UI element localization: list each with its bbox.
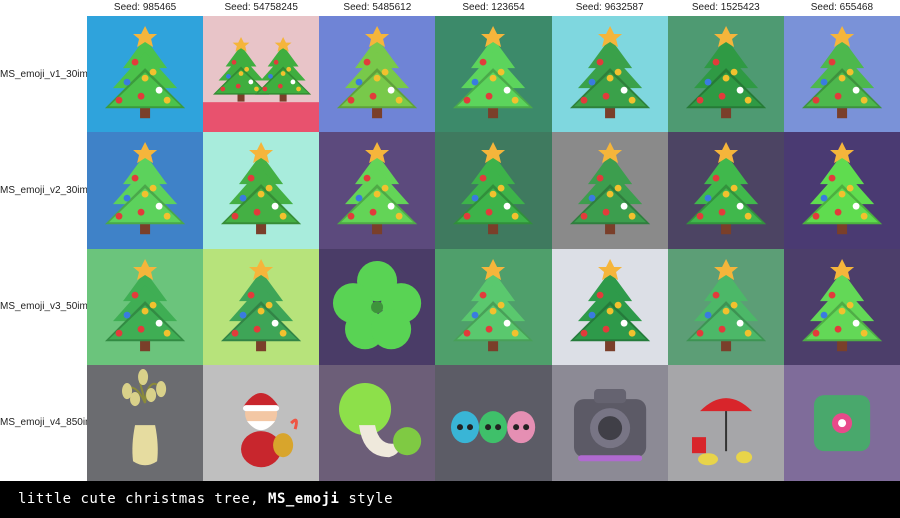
christmas-tree-image	[667, 132, 784, 249]
caption: little cute christmas tree, MS_emoji sty…	[18, 481, 393, 518]
image-grid	[87, 16, 900, 481]
christmas-tree-illustration	[319, 132, 436, 249]
clover-image	[319, 248, 436, 365]
christmas-tree-illustration	[435, 132, 552, 249]
christmas-tree-illustration	[667, 248, 784, 365]
christmas-tree-illustration	[667, 16, 784, 133]
pillow-illustration	[783, 364, 900, 481]
plant-vase-image	[87, 364, 204, 481]
row-label: MS_emoji_v4_850img	[0, 417, 87, 429]
two-christmas-trees-illustration	[203, 16, 320, 133]
two-christmas-trees-image	[203, 16, 320, 133]
umbrella-illustration	[667, 364, 784, 481]
santa-illustration	[203, 364, 320, 481]
christmas-tree-image	[551, 16, 668, 133]
mushroom-illustration	[319, 364, 436, 481]
christmas-tree-illustration	[783, 16, 900, 133]
seed-label: Seed: 985465	[113, 2, 177, 13]
christmas-tree-illustration	[551, 132, 668, 249]
christmas-tree-image	[783, 132, 900, 249]
christmas-tree-illustration	[551, 16, 668, 133]
christmas-tree-illustration	[203, 248, 320, 365]
christmas-tree-illustration	[435, 16, 552, 133]
christmas-tree-illustration	[551, 248, 668, 365]
christmas-tree-illustration	[667, 132, 784, 249]
christmas-tree-image	[783, 16, 900, 133]
christmas-tree-image	[203, 248, 320, 365]
christmas-tree-illustration	[435, 248, 552, 365]
camera-image	[551, 364, 668, 481]
christmas-tree-image	[435, 248, 552, 365]
umbrella-image	[667, 364, 784, 481]
christmas-tree-illustration	[87, 16, 204, 133]
pillow-image	[783, 364, 900, 481]
seed-label: Seed: 1525423	[691, 2, 760, 13]
seed-label: Seed: 655468	[810, 2, 874, 13]
christmas-tree-image	[435, 132, 552, 249]
christmas-tree-image	[551, 132, 668, 249]
plant-vase-illustration	[87, 364, 204, 481]
christmas-tree-image	[551, 248, 668, 365]
row-label: MS_emoji_v1_30img	[0, 68, 87, 80]
three-ornaments-illustration	[435, 364, 552, 481]
christmas-tree-image	[87, 248, 204, 365]
mushroom-image	[319, 364, 436, 481]
three-ornaments-image	[435, 364, 552, 481]
christmas-tree-illustration	[783, 132, 900, 249]
caption-prefix: little cute christmas tree,	[18, 491, 269, 507]
christmas-tree-image	[203, 132, 320, 249]
row-label: MS_emoji_v2_30img	[0, 184, 87, 196]
christmas-tree-illustration	[783, 248, 900, 365]
row-labels: MS_emoji_v1_30img MS_emoji_v2_30img MS_emo…	[0, 16, 87, 481]
christmas-tree-illustration	[87, 132, 204, 249]
christmas-tree-image	[87, 132, 204, 249]
christmas-tree-illustration	[87, 248, 204, 365]
christmas-tree-image	[319, 132, 436, 249]
christmas-tree-illustration	[203, 132, 320, 249]
seed-header: Seed: 985465 Seed: 54758245 Seed: 5485612 S…	[87, 0, 900, 16]
caption-suffix: style	[339, 491, 394, 507]
seed-label: Seed: 123654	[462, 2, 525, 13]
santa-image	[203, 364, 320, 481]
caption-bar: little cute christmas tree, MS_emoji sty…	[0, 481, 900, 518]
caption-bold: MS_emoji	[268, 491, 340, 507]
seed-label: Seed: 9632587	[575, 2, 644, 13]
christmas-tree-image	[667, 16, 784, 133]
christmas-tree-image	[319, 16, 436, 133]
camera-illustration	[551, 364, 668, 481]
clover-illustration	[319, 248, 436, 365]
seed-label: Seed: 54758245	[224, 2, 298, 13]
christmas-tree-image	[435, 16, 552, 133]
christmas-tree-image	[667, 248, 784, 365]
row-label: MS_emoji_v3_50img	[0, 301, 87, 313]
christmas-tree-image	[783, 248, 900, 365]
christmas-tree-illustration	[319, 16, 436, 133]
christmas-tree-image	[87, 16, 204, 133]
seed-label: Seed: 5485612	[343, 2, 412, 13]
